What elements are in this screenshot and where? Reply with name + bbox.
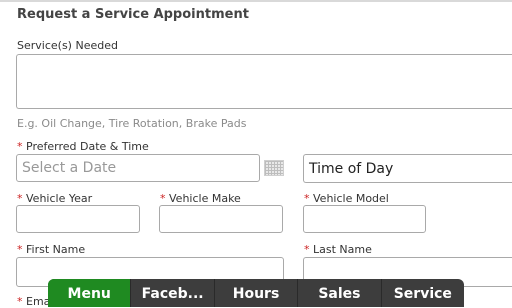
tab-hours[interactable]: Hours [215, 279, 299, 307]
date-label: * Preferred Date & Time [17, 140, 149, 153]
form-title: Request a Service Appointment [17, 7, 249, 22]
vehicle-make-label-text: Vehicle Make [169, 192, 241, 205]
vehicle-model-input[interactable] [303, 205, 426, 233]
tab-sales[interactable]: Sales [298, 279, 382, 307]
vehicle-model-label: * Vehicle Model [304, 192, 389, 205]
services-label: Service(s) Needed [17, 39, 118, 52]
services-textarea[interactable] [16, 54, 512, 109]
vehicle-year-label-text: Vehicle Year [26, 192, 93, 205]
calendar-icon[interactable] [264, 160, 284, 176]
email-label: * Ema [17, 295, 50, 308]
vehicle-model-label-text: Vehicle Model [313, 192, 389, 205]
required-mark: * [17, 140, 23, 153]
last-name-label: * Last Name [304, 243, 372, 256]
date-label-text: Preferred Date & Time [26, 140, 149, 153]
top-divider [0, 0, 512, 2]
vehicle-make-label: * Vehicle Make [160, 192, 241, 205]
required-mark: * [304, 243, 310, 256]
vehicle-year-label: * Vehicle Year [17, 192, 92, 205]
date-input[interactable] [16, 154, 260, 182]
tab-service[interactable]: Service [382, 279, 464, 307]
first-name-label-text: First Name [26, 243, 86, 256]
required-mark: * [17, 295, 23, 308]
first-name-label: * First Name [17, 243, 85, 256]
vehicle-make-input[interactable] [159, 205, 283, 233]
services-hint: E.g. Oil Change, Tire Rotation, Brake Pa… [17, 117, 247, 130]
vehicle-year-input[interactable] [16, 205, 140, 233]
tab-facebook[interactable]: Faceb... [131, 279, 215, 307]
tab-menu[interactable]: Menu [48, 279, 132, 307]
bottom-tab-bar: Menu Faceb... Hours Sales Service [48, 279, 464, 307]
email-label-text: Ema [26, 295, 51, 308]
last-name-label-text: Last Name [313, 243, 372, 256]
required-mark: * [17, 192, 23, 205]
required-mark: * [17, 243, 23, 256]
required-mark: * [304, 192, 310, 205]
required-mark: * [160, 192, 166, 205]
time-of-day-select[interactable]: Time of Day [303, 154, 512, 183]
